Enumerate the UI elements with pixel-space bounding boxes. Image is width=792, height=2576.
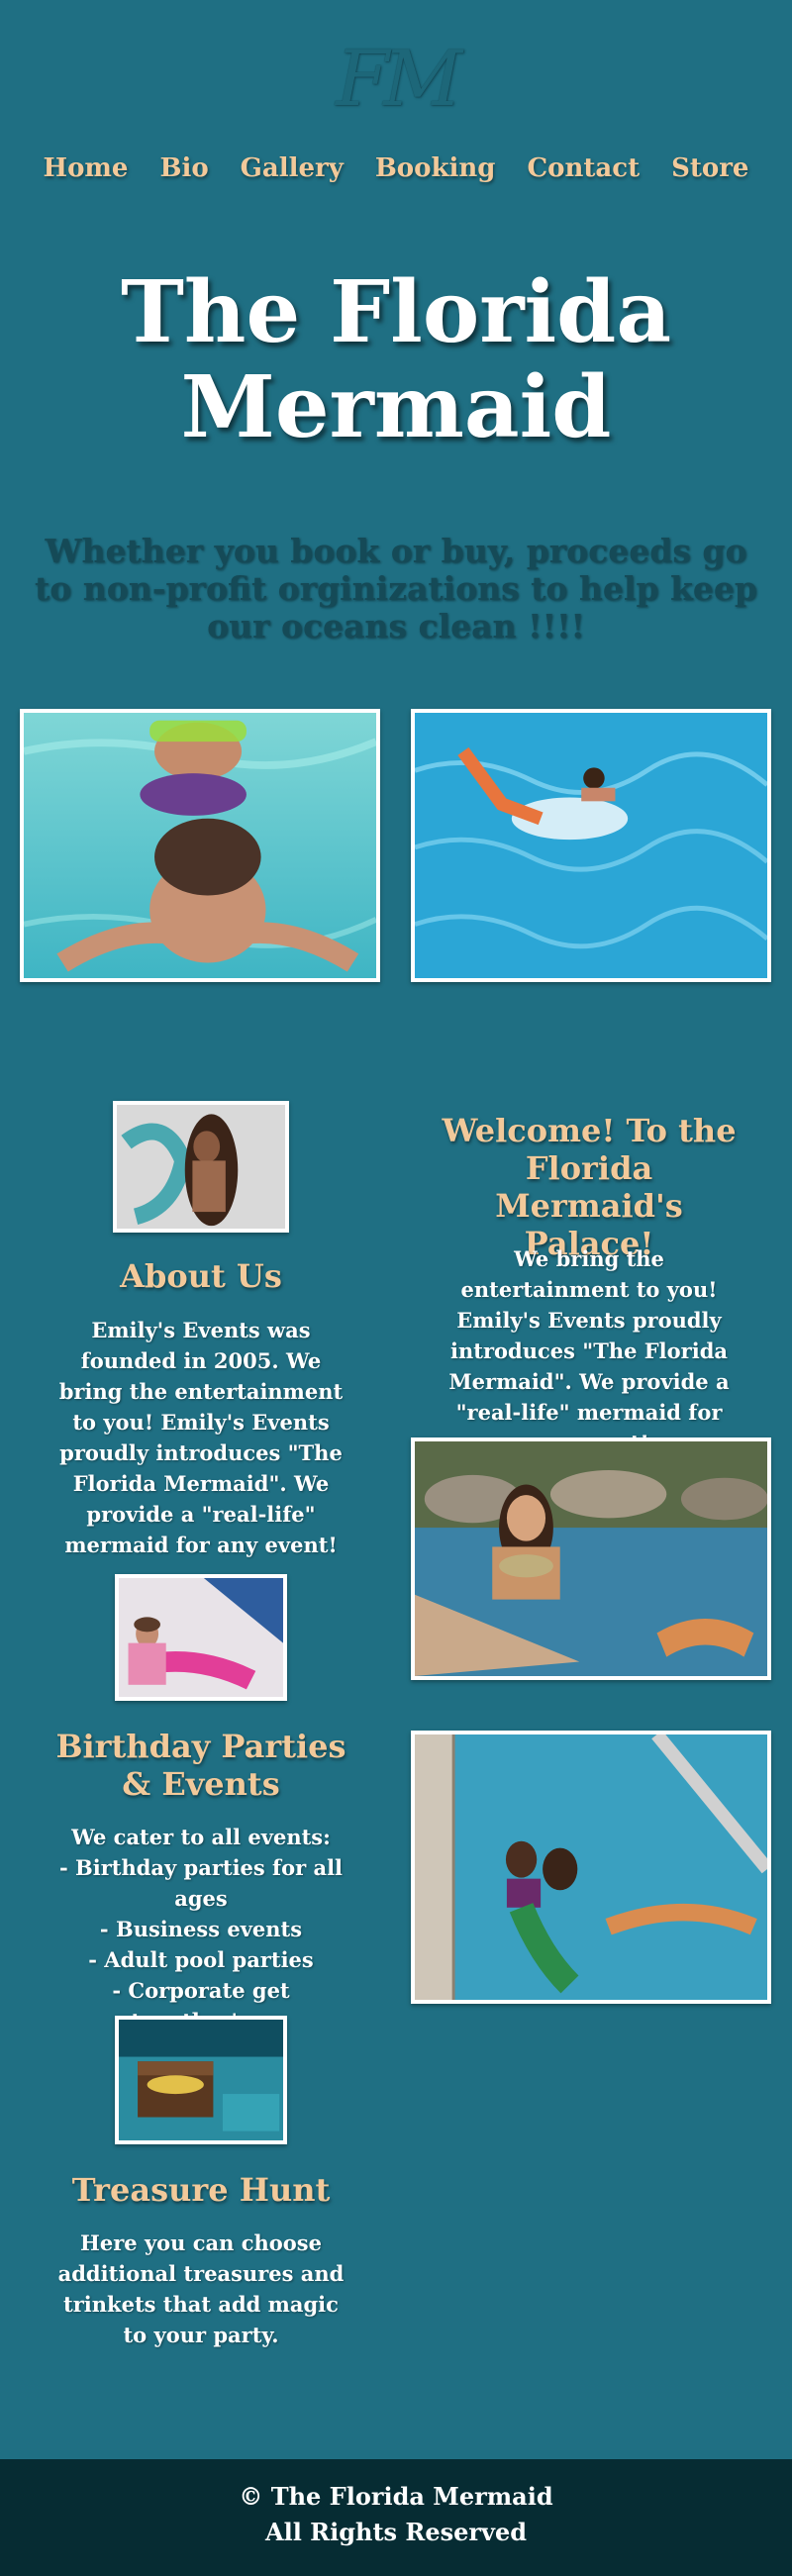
logo-text: FM bbox=[336, 35, 462, 124]
about-text: Emily's Events was founded in 2005. We b… bbox=[58, 1318, 344, 1557]
mermaids-pool-photo bbox=[411, 1731, 771, 2004]
hero-title: The Florida Mermaid bbox=[120, 262, 672, 457]
nav-gallery[interactable]: Gallery bbox=[241, 153, 344, 183]
underwater-photo bbox=[20, 709, 380, 982]
birthday-title: Birthday Parties & Events bbox=[55, 1728, 346, 1803]
tagline: Whether you book or buy, proceeds go to … bbox=[35, 532, 757, 645]
welcome-title: Welcome! To the Florida Mermaid's Palace… bbox=[442, 1112, 737, 1262]
about-title: About Us bbox=[120, 1257, 282, 1295]
nav-store[interactable]: Store bbox=[671, 153, 748, 183]
footer-rights: All Rights Reserved bbox=[264, 2518, 528, 2546]
welcome-text: We bring the entertainment to you! Emily… bbox=[448, 1246, 730, 1455]
nav-booking[interactable]: Booking bbox=[375, 153, 496, 183]
mermaid-poolside-photo bbox=[411, 1437, 771, 1680]
pool-photo bbox=[411, 709, 771, 982]
birthday-text: We cater to all events: - Birthday parti… bbox=[58, 1825, 344, 2033]
site-logo[interactable]: FM bbox=[0, 30, 792, 129]
about-photo bbox=[113, 1101, 289, 1233]
treasure-title: Treasure Hunt bbox=[71, 2171, 331, 2209]
footer-copyright: © The Florida Mermaid bbox=[239, 2482, 553, 2511]
nav-contact[interactable]: Contact bbox=[527, 153, 640, 183]
treasure-photo bbox=[115, 2016, 287, 2144]
nav-bio[interactable]: Bio bbox=[159, 153, 208, 183]
main-nav: Home Bio Gallery Booking Contact Store bbox=[0, 144, 792, 193]
birthday-photo bbox=[115, 1574, 287, 1701]
nav-home[interactable]: Home bbox=[44, 153, 129, 183]
site-footer: © The Florida Mermaid All Rights Reserve… bbox=[0, 2459, 792, 2576]
treasure-text: Here you can choose additional treasures… bbox=[57, 2230, 345, 2347]
